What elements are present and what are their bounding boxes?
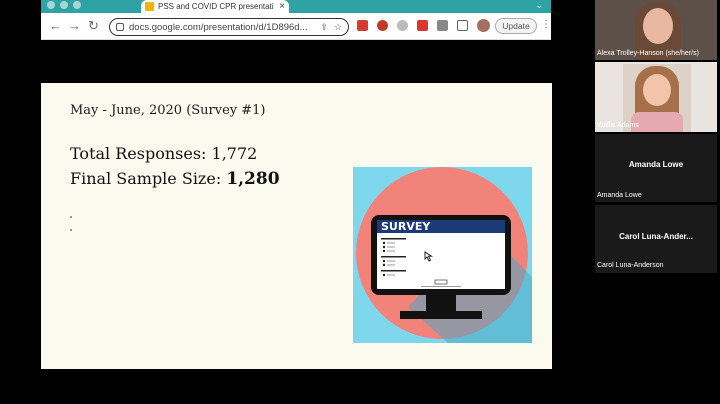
participant-center-name: Carol Luna-Ander...: [619, 232, 693, 241]
participant-tile-4[interactable]: Carol Luna-Ander... Carol Luna-Anderson: [595, 205, 717, 273]
extensions-puzzle-icon[interactable]: [437, 20, 448, 31]
browser-window: PSS and COVID CPR presentati × ⌄ ← → ↻ d…: [0, 0, 592, 404]
form-text: [387, 274, 395, 276]
more-menu-icon[interactable]: ⋮: [541, 19, 551, 30]
video-panel: Alexa Trolley-Hanson (she/her/s) Wallis …: [592, 0, 720, 404]
extension-gmail-icon[interactable]: [357, 20, 368, 31]
tab-bar: PSS and COVID CPR presentati × ⌄: [41, 0, 551, 13]
form-dot: [382, 249, 386, 253]
participant-name: Amanda Lowe: [597, 192, 642, 199]
form-dot: [382, 241, 386, 245]
monitor-base: [400, 311, 482, 319]
form-text: [387, 260, 395, 262]
star-icon[interactable]: ☆: [334, 22, 342, 33]
left-margin: [0, 0, 41, 404]
extension-gray-icon[interactable]: [397, 20, 408, 31]
footer-line: [421, 286, 461, 287]
participant-name: Alexa Trolley-Hanson (she/her/s): [597, 50, 699, 57]
browser-toolbar: ← → ↻ docs.google.com/presentation/d/1D8…: [41, 13, 551, 40]
share-icon[interactable]: ⇪: [320, 22, 328, 33]
video-face: [643, 74, 671, 106]
lock-icon: [116, 23, 124, 31]
window-maximize-dot[interactable]: [73, 1, 81, 9]
participant-name: Carol Luna-Anderson: [597, 262, 664, 269]
final-sample-size: Final Sample Size: 1,280: [70, 169, 280, 189]
tab-title: PSS and COVID CPR presentati: [158, 2, 274, 11]
form-dot: [382, 273, 386, 277]
total-responses: Total Responses: 1,772: [70, 144, 258, 163]
form-line: [381, 238, 406, 240]
window-minimize-dot[interactable]: [60, 1, 68, 9]
extension-pdf-icon[interactable]: [417, 20, 428, 31]
window-close-dot[interactable]: [47, 1, 55, 9]
participant-tile-2[interactable]: Wallis Adams: [595, 62, 717, 132]
final-sample-value: 1,280: [226, 169, 280, 189]
form-text: [387, 250, 395, 252]
form-line: [381, 270, 406, 272]
address-bar[interactable]: docs.google.com/presentation/d/1D896d...…: [109, 18, 349, 36]
side-panel-icon[interactable]: [457, 20, 468, 31]
survey-illustration: SURVEY: [353, 167, 532, 343]
participant-tile-3[interactable]: Amanda Lowe Amanda Lowe: [595, 134, 717, 202]
participant-tile-1[interactable]: Alexa Trolley-Hanson (she/her/s): [595, 0, 717, 60]
form-line: [381, 256, 406, 258]
form-dot: [382, 245, 386, 249]
update-button[interactable]: Update: [495, 18, 537, 34]
speck: [70, 216, 72, 218]
final-sample-label: Final Sample Size:: [70, 169, 227, 188]
extension-red-icon[interactable]: [377, 20, 388, 31]
form-dot: [382, 263, 386, 267]
url-text: docs.google.com/presentation/d/1D896d...: [129, 21, 308, 33]
survey-svg: SURVEY: [356, 167, 532, 343]
participant-center-name: Amanda Lowe: [628, 160, 684, 169]
chevron-down-icon[interactable]: ⌄: [535, 0, 543, 11]
video-face: [643, 8, 673, 44]
reload-icon[interactable]: ↻: [88, 18, 99, 34]
forward-icon[interactable]: →: [68, 18, 81, 34]
form-dot: [382, 259, 386, 263]
back-icon[interactable]: ←: [49, 18, 62, 34]
form-text: [387, 264, 395, 266]
speck: [70, 229, 72, 231]
survey-heading: SURVEY: [381, 220, 431, 233]
close-icon[interactable]: ×: [279, 1, 285, 12]
form-text: [387, 246, 395, 248]
slide-subtitle: May - June, 2020 (Survey #1): [70, 103, 266, 118]
profile-avatar[interactable]: [477, 19, 490, 32]
slides-icon: [145, 2, 154, 11]
tab-presentation[interactable]: PSS and COVID CPR presentati ×: [141, 0, 289, 13]
slide: May - June, 2020 (Survey #1) Total Respo…: [41, 83, 552, 369]
form-text: [387, 242, 395, 244]
participant-name: Wallis Adams: [597, 122, 639, 129]
